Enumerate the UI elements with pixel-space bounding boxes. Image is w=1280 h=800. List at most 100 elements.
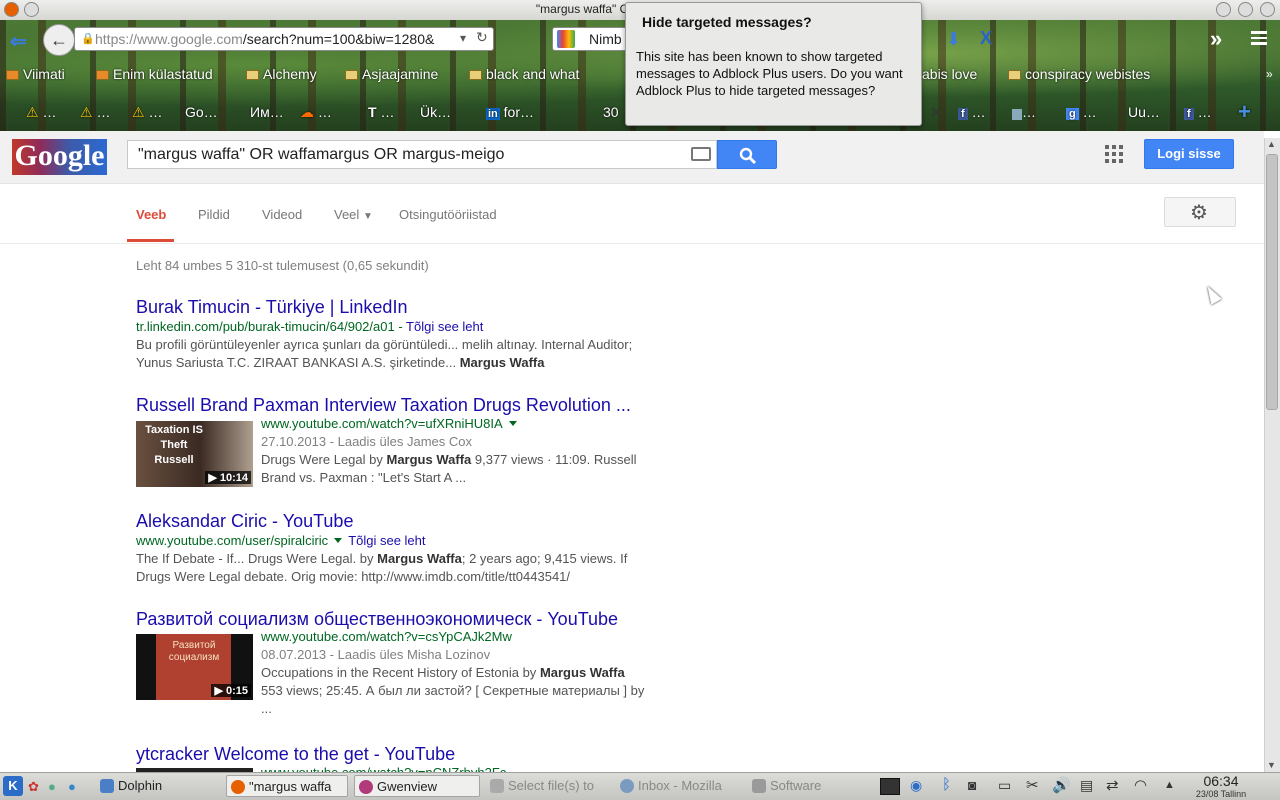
reload-icon[interactable]: ↻ [476,29,488,46]
result-title[interactable]: Burak Timucin - Türkiye | LinkedIn [136,296,646,318]
window-menu-icon[interactable] [24,2,39,17]
tab-more[interactable]: Veel ▼ [334,207,373,222]
keyboard-icon[interactable] [691,147,711,161]
settings-button[interactable]: ⚙ [1164,197,1236,227]
browser-tab[interactable]: … [1012,96,1036,128]
search-result-video: Russell Brand Paxman Interview Taxation … [136,394,646,494]
taskbar-item[interactable]: Software [748,775,874,797]
browser-tab[interactable]: f … [1184,96,1212,128]
tab-search-tools[interactable]: Otsingutööriistad [399,207,497,222]
tray-expand-icon[interactable]: ▲ [1164,779,1175,791]
download-icon[interactable]: ⬇ [946,29,961,50]
back-history-icon[interactable]: ⇐ [10,29,27,54]
browser-tab[interactable]: ⚠ … [132,96,162,128]
tray-icon[interactable]: ◉ [910,777,922,794]
taskbar-item[interactable]: "margus waffa [226,775,348,797]
signin-button[interactable]: Logi sisse [1144,139,1234,169]
minimize-icon[interactable] [1216,2,1231,17]
browser-tab[interactable]: Go… [185,96,218,128]
bookmark-folder[interactable]: Enim külastatud [96,66,213,82]
result-snippet: Occupations in the Recent History of Est… [261,665,645,716]
back-button[interactable]: ← [43,24,75,56]
taskbar-item[interactable]: Select file(s) to [486,775,610,797]
close-icon[interactable] [1260,2,1275,17]
wifi-icon[interactable]: ◠ [1134,776,1147,794]
network-icon[interactable]: ⇄ [1106,776,1119,794]
result-title[interactable]: Развитой социализм общественноэкономичес… [136,608,646,630]
clock-time[interactable]: 06:34 [1186,773,1256,789]
maximize-icon[interactable] [1238,2,1253,17]
google-search-engine-icon [557,30,575,48]
bookmark-folder[interactable]: Asjaajamine [345,66,438,82]
camera-icon[interactable]: ◙ [968,777,976,793]
browser-tab[interactable]: g … [1066,96,1097,128]
bookmark-folder[interactable]: conspiracy webistes [1008,66,1150,82]
folder-icon [469,70,482,80]
url-dropdown-icon[interactable]: ▾ [460,31,466,45]
t-icon: T [368,104,377,120]
addon-x-icon[interactable]: X [980,28,992,49]
scroll-up-icon[interactable]: ▲ [1267,139,1276,149]
bookmark-folder[interactable]: black and what [469,66,579,82]
browser-tab[interactable]: ⚠ … [80,96,110,128]
adblock-popup[interactable]: Hide targeted messages? This site has be… [625,2,922,126]
volume-icon[interactable]: 🔊 [1052,776,1071,794]
drive-icon[interactable]: ▭ [998,777,1011,794]
hamburger-menu-icon[interactable] [1251,31,1267,45]
search-input[interactable]: "margus waffa" OR waffamargus OR margus-… [127,140,717,169]
browser-tab[interactable]: in for… [486,96,534,128]
browser-tab[interactable]: Uu… [1128,96,1160,128]
clipboard-icon[interactable]: ▤ [1080,777,1093,794]
result-url: www.youtube.com/user/spiralciric Tõlgi se… [136,533,426,548]
search-result-video: ytcracker Welcome to the get - YouTube w… [136,743,646,772]
overflow-chevron-icon[interactable]: » [1210,26,1222,52]
browser-tab[interactable]: f … [958,96,986,128]
apps-grid-icon[interactable] [1105,145,1123,163]
tab-videos[interactable]: Videod [262,207,302,222]
terminal-icon[interactable] [880,778,900,795]
scroll-down-icon[interactable]: ▼ [1267,760,1276,770]
scrollbar-thumb[interactable] [1266,154,1278,410]
video-thumbnail[interactable]: Развитой социализм ▶ 0:15 [136,634,253,700]
result-title[interactable]: Aleksandar Ciric - YouTube [136,510,646,532]
launcher-icon[interactable]: ✿ [28,779,39,795]
browser-tab[interactable]: ☁ … [300,96,332,128]
search-button[interactable] [717,140,777,169]
browser-tab[interactable]: 30 [603,96,619,128]
browser-tab[interactable]: Ük… [420,96,451,128]
google-logo[interactable]: Google [12,139,107,175]
scissors-icon[interactable]: ✂ [1026,776,1039,794]
translate-link[interactable]: Tõlgi see leht [348,533,425,548]
bluetooth-icon[interactable]: ᛒ [942,776,951,793]
result-url: www.youtube.com/watch?v=ufXRniHU8IA [261,415,646,433]
search-engine-box[interactable]: Nimb [552,27,632,51]
tab-web[interactable]: Veeb [136,207,166,222]
new-tab-icon[interactable]: + [1238,96,1251,128]
caret-down-icon[interactable] [334,538,343,543]
browser-tab[interactable]: Им… [250,96,284,128]
bookmark-folder[interactable]: Viimati [6,66,65,82]
launcher-icon[interactable]: ● [68,779,76,794]
tab-images[interactable]: Pildid [198,207,230,222]
bookmark-folder[interactable]: abis love [922,66,977,82]
browser-tab[interactable]: T … [368,96,394,128]
video-thumbnail[interactable]: Taxation IS Theft Russell ▶ 10:14 [136,421,253,487]
result-title[interactable]: ytcracker Welcome to the get - YouTube [136,743,646,765]
browser-tab[interactable]: ⚠ … [26,96,56,128]
kde-menu-icon[interactable]: K [3,776,23,796]
firefox-icon [231,780,245,794]
bookmarks-overflow-icon[interactable]: » [1266,67,1273,81]
taskbar-item[interactable]: Dolphin [96,775,220,797]
taskbar-item[interactable]: Gwenview [354,775,480,797]
clock-date: 23/08 Tallinn [1195,789,1247,799]
dolphin-icon [100,779,114,793]
launcher-icon[interactable]: ● [48,779,56,794]
result-title[interactable]: Russell Brand Paxman Interview Taxation … [136,394,646,416]
bookmark-folder[interactable]: Alchemy [246,66,317,82]
caret-down-icon[interactable] [508,421,517,426]
tab-close-icon[interactable]: ✕ [930,96,942,128]
translate-link[interactable]: Tõlgi see leht [406,319,483,334]
url-bar[interactable]: 🔒 https://www.google.com/search?num=100&… [74,27,494,51]
taskbar-item[interactable]: Inbox - Mozilla [616,775,742,797]
warning-icon: ⚠ [132,104,145,120]
